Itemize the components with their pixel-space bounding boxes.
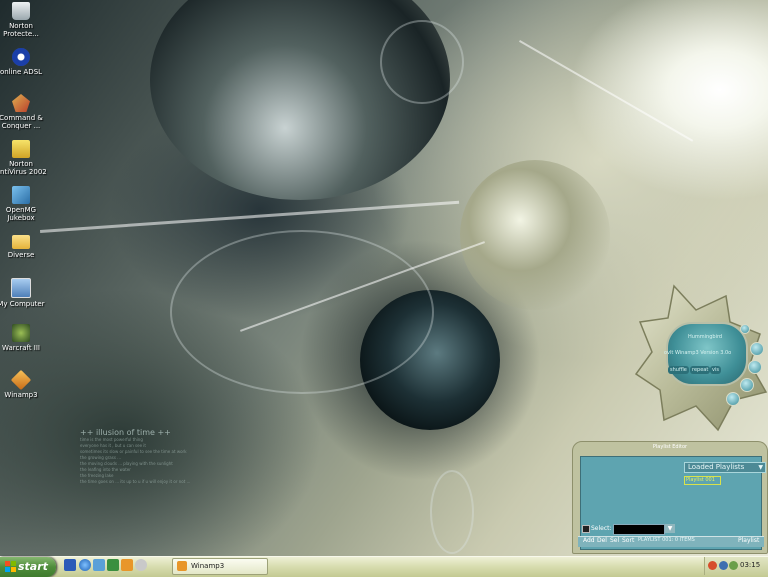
wallpaper-text-title: ++ illusion of time ++ (80, 428, 171, 437)
winamp-next-button[interactable] (748, 360, 762, 374)
desktop-icon-label: Command & Conquer ... (0, 114, 43, 130)
desktop-icon-label: Norton AntiVirus 2002 (0, 160, 47, 176)
taskbar-button-label: Winamp3 (191, 562, 225, 570)
tray-arrow-icon[interactable] (708, 561, 717, 570)
winamp-eject-button[interactable] (726, 392, 740, 406)
playlist-del-button[interactable]: Del (597, 537, 607, 544)
desktop-icon-command-conquer[interactable]: Command & Conquer ... (0, 94, 47, 130)
select-dropdown-button[interactable]: ▼ (665, 524, 675, 533)
desktop-icon-label: Winamp3 (4, 391, 38, 399)
command-conquer-icon (12, 94, 30, 112)
desktop-icon-label: My Computer (0, 300, 45, 308)
chevron-down-icon: ▼ (758, 464, 763, 471)
loaded-playlists-label: Loaded Playlists (688, 463, 745, 471)
start-button[interactable]: start (0, 557, 56, 577)
norton-antivirus-icon (12, 140, 30, 158)
desktop-icon-winamp3[interactable]: Winamp3 (0, 369, 47, 399)
desktop-icon-warcraft-iii[interactable]: Warcraft III (0, 324, 47, 352)
playlist-sel-button[interactable]: Sel (610, 537, 619, 544)
desktop-icon-label: online ADSL (0, 68, 43, 76)
select-label: Select: (591, 525, 612, 532)
recycle-bin-icon (12, 2, 30, 20)
desktop-icon-label: Diverse (7, 251, 35, 259)
playlist-add-button[interactable]: Add (583, 537, 595, 544)
winamp-small-icon (177, 561, 187, 571)
playlist-menu-button[interactable]: Playlist (738, 537, 759, 544)
tray-volume-icon[interactable] (729, 561, 738, 570)
winamp-small-icon[interactable] (121, 559, 133, 571)
wallpaper-light-streak (519, 40, 694, 142)
app-icon[interactable] (135, 559, 147, 571)
explorer-icon[interactable] (93, 559, 105, 571)
desktop-icon-norton-antivirus[interactable]: Norton AntiVirus 2002 (0, 140, 47, 176)
playlist-item[interactable]: Playlist 001 (684, 476, 721, 485)
winamp-display-text: ovlt Winamp3 Version 3.0o (664, 350, 732, 356)
playlist-editor-title[interactable]: Playlist Editor (573, 444, 767, 450)
my-computer-icon (11, 278, 31, 298)
desktop-icon-label: Norton Protecte... (3, 22, 39, 38)
wallpaper-ring (170, 230, 434, 394)
word-icon[interactable] (64, 559, 76, 571)
wallpaper-glass-shape (460, 160, 610, 310)
desktop-icon-label: Warcraft III (1, 344, 40, 352)
desktop-icon-diverse[interactable]: Diverse (0, 233, 47, 259)
media-icon[interactable] (107, 559, 119, 571)
loaded-playlists-dropdown[interactable]: Loaded Playlists ▼ (684, 462, 766, 473)
wallpaper-ring (380, 20, 464, 104)
windows-flag-icon (5, 561, 16, 572)
playlist-info-text: PLAYLIST 001: 0 ITEMS (638, 537, 695, 543)
winamp-shuffle-button[interactable]: shuffle (668, 366, 689, 374)
folder-icon (12, 235, 30, 249)
winamp-stop-button[interactable] (740, 378, 754, 392)
wallpaper-text: ++ illusion of time ++ time is the most … (80, 428, 190, 485)
desktop-icon-openmg-jukebox[interactable]: OpenMG Jukebox (0, 186, 47, 222)
tray-network-icon[interactable] (719, 561, 728, 570)
openmg-jukebox-icon (12, 186, 30, 204)
wallpaper-text-line: the time goes on ... its up to u if u wi… (80, 479, 191, 484)
desktop-icon-my-computer[interactable]: My Computer (0, 278, 47, 308)
wallpaper-light-streak (40, 200, 460, 233)
playlist-sort-button[interactable]: Sort (622, 537, 634, 544)
ie-icon[interactable] (79, 559, 91, 571)
adsl-icon (12, 48, 30, 66)
warcraft-iii-icon (12, 324, 30, 342)
clock[interactable]: 03:15 (740, 561, 760, 569)
winamp-play-button[interactable] (750, 342, 764, 356)
start-label: start (18, 560, 48, 573)
winamp-close-button[interactable] (740, 324, 750, 334)
winamp-icon (10, 369, 32, 391)
winamp-subline: Hummingbird (688, 334, 723, 340)
desktop-icon-online-adsl[interactable]: online ADSL (0, 48, 47, 76)
taskbar-button-winamp[interactable]: Winamp3 (172, 558, 268, 575)
wallpaper-ring (430, 470, 474, 554)
winamp-repeat-button[interactable]: repeat (690, 366, 711, 374)
desktop-icon-label: OpenMG Jukebox (5, 206, 37, 222)
winamp-vis-button[interactable]: vis (710, 366, 721, 374)
desktop-icon-norton-protected[interactable]: Norton Protecte... (0, 2, 47, 38)
select-checkbox[interactable] (582, 525, 590, 533)
select-input[interactable] (613, 524, 665, 535)
